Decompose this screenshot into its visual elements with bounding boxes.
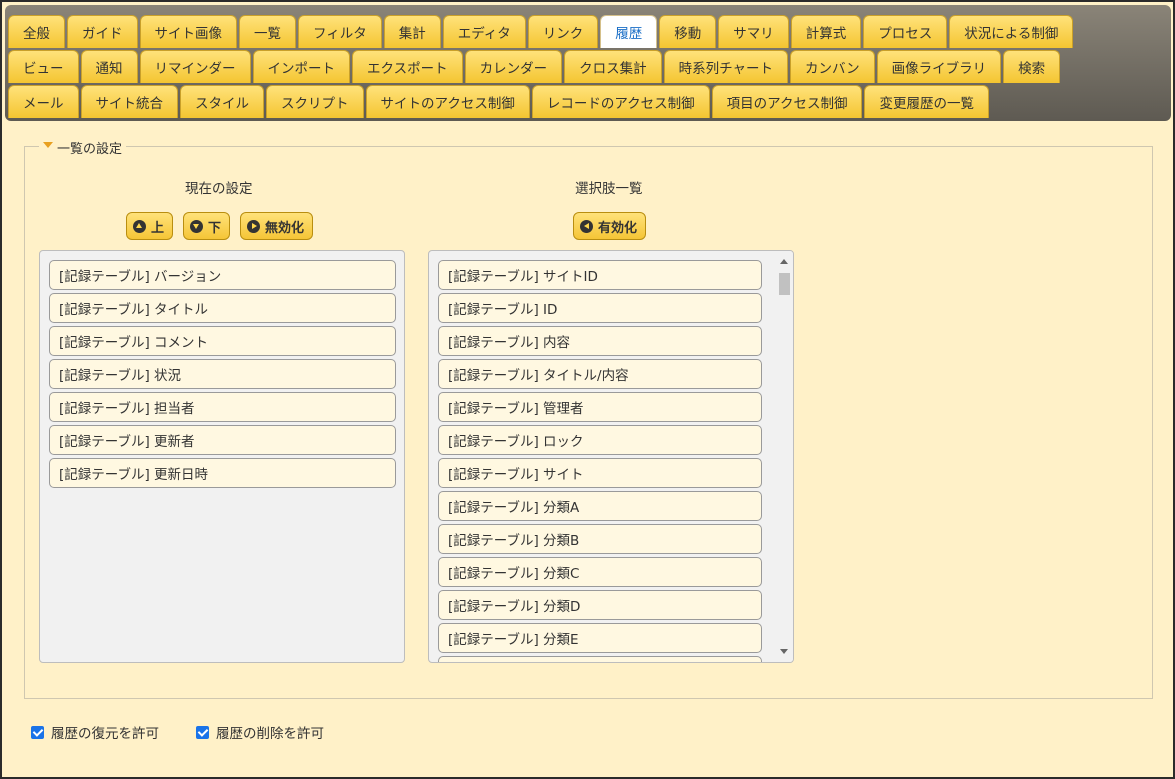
list-item[interactable]: [記録テーブル] 更新者 bbox=[49, 425, 396, 455]
circle-right-icon bbox=[247, 219, 260, 233]
tab-row2-10[interactable]: 検索 bbox=[1003, 50, 1061, 83]
tab-row1-12[interactable]: プロセス bbox=[863, 15, 948, 48]
tab-row1-3[interactable]: 一覧 bbox=[239, 15, 296, 48]
tab-row2-0[interactable]: ビュー bbox=[8, 50, 79, 83]
list-item[interactable]: [記録テーブル] 管理者 bbox=[438, 392, 762, 422]
list-item[interactable]: [記録テーブル] 状況 bbox=[49, 359, 396, 389]
settings-frame: 全般 ガイド サイト画像 一覧 フィルタ 集計 エディタ リンク 履歴 移動 サマリ 計算式 プロセス状… bbox=[0, 0, 1175, 779]
list-item[interactable]: [記録テーブル] タイトル/内容 bbox=[438, 359, 762, 389]
allow-delete-label: 履歴の削除を許可 bbox=[216, 726, 324, 742]
tab-row3-4[interactable]: サイトのアクセス制御 bbox=[365, 85, 530, 118]
move-down-button[interactable]: 下 bbox=[183, 212, 231, 240]
tab-row-2: ビュー 通知 リマインダー インポート エクスポート カレンダー クロス集計 時系列チャートカ… bbox=[8, 50, 1061, 83]
checkbox-checked-icon[interactable] bbox=[196, 725, 209, 739]
list-item[interactable]: [記録テーブル] 分類C bbox=[438, 557, 762, 587]
list-item[interactable] bbox=[438, 656, 762, 662]
tab-row1-13[interactable]: 状況による制御 bbox=[949, 15, 1074, 48]
list-item[interactable]: [記録テーブル] 分類D bbox=[438, 590, 762, 620]
tab-row2-7[interactable]: 時系列チャート bbox=[663, 50, 788, 83]
available-columns-items: [記録テーブル] サイトID [記録テーブル] ID [記録テーブル] 内容 [記録テ… bbox=[438, 260, 762, 662]
tab-row2-9[interactable]: 画像ライブラリ bbox=[876, 50, 1002, 83]
tab-row2-5[interactable]: カレンダー bbox=[464, 50, 563, 83]
enable-label: 有効化 bbox=[598, 220, 638, 236]
allow-restore-checkbox[interactable]: 履歴の復元を許可 bbox=[31, 722, 159, 742]
tab-bar: 全般 ガイド サイト画像 一覧 フィルタ 集計 エディタ リンク 履歴 移動 サマリ 計算式 プロセス状… bbox=[5, 5, 1171, 121]
tab-row2-4[interactable]: エクスポート bbox=[352, 50, 463, 83]
allow-delete-checkbox[interactable]: 履歴の削除を許可 bbox=[196, 722, 324, 742]
current-columns-list[interactable]: [記録テーブル] バージョン [記録テーブル] タイトル [記録テーブル] コメント… bbox=[39, 250, 405, 663]
disable-button[interactable]: 無効化 bbox=[240, 212, 314, 240]
tab-row3-3[interactable]: スクリプト bbox=[266, 85, 364, 118]
tab-row2-2[interactable]: リマインダー bbox=[139, 50, 251, 83]
current-columns-items: [記録テーブル] バージョン [記録テーブル] タイトル [記録テーブル] コメント… bbox=[49, 260, 396, 491]
tab-row1-8[interactable]: 履歴 bbox=[600, 15, 658, 48]
list-item[interactable]: [記録テーブル] 分類B bbox=[438, 524, 762, 554]
list-item[interactable]: [記録テーブル] バージョン bbox=[49, 260, 396, 290]
list-item[interactable]: [記録テーブル] ロック bbox=[438, 425, 762, 455]
circle-down-icon bbox=[190, 219, 203, 233]
tab-row3-1[interactable]: サイト統合 bbox=[80, 85, 178, 118]
disable-label: 無効化 bbox=[265, 220, 305, 236]
fieldset-legend[interactable]: 一覧の設定 bbox=[39, 138, 127, 157]
list-item[interactable]: [記録テーブル] サイト bbox=[438, 458, 762, 488]
options-list-title: 選択肢一覧 bbox=[575, 181, 643, 197]
list-item[interactable]: [記録テーブル] 担当者 bbox=[49, 392, 396, 422]
tab-row3-7[interactable]: 変更履歴の一覧 bbox=[864, 85, 989, 118]
tab-row2-1[interactable]: 通知 bbox=[80, 50, 138, 83]
list-scrollbar[interactable] bbox=[776, 251, 793, 662]
tab-row3-2[interactable]: スタイル bbox=[180, 85, 264, 118]
tab-row1-2[interactable]: サイト画像 bbox=[139, 15, 237, 48]
move-down-label: 下 bbox=[208, 220, 222, 236]
tab-row1-10[interactable]: サマリ bbox=[718, 15, 789, 48]
tab-row1-11[interactable]: 計算式 bbox=[790, 15, 862, 48]
list-item[interactable]: [記録テーブル] 更新日時 bbox=[49, 458, 396, 488]
tab-row3-0[interactable]: メール bbox=[8, 85, 79, 118]
list-settings-fieldset: 一覧の設定 現在の設定 選択肢一覧 上 下 無効化 有効化 [記録テーブル] バ… bbox=[24, 138, 1153, 699]
collapse-triangle-icon[interactable] bbox=[43, 141, 53, 148]
tab-row2-8[interactable]: カンバン bbox=[789, 50, 875, 83]
available-columns-list[interactable]: [記録テーブル] サイトID [記録テーブル] ID [記録テーブル] 内容 [記録テ… bbox=[428, 250, 794, 663]
tab-row1-1[interactable]: ガイド bbox=[67, 15, 138, 48]
tab-row-1: 全般 ガイド サイト画像 一覧 フィルタ 集計 エディタ リンク 履歴 移動 サマリ 計算式 プロセス状… bbox=[8, 15, 1074, 48]
move-up-button[interactable]: 上 bbox=[126, 212, 174, 240]
scroll-down-arrow-icon[interactable] bbox=[780, 649, 788, 654]
circle-left-icon bbox=[580, 219, 593, 233]
circle-up-icon bbox=[133, 219, 146, 233]
tab-row1-4[interactable]: フィルタ bbox=[298, 15, 382, 48]
current-settings-title: 現在の設定 bbox=[185, 181, 253, 197]
list-item[interactable]: [記録テーブル] コメント bbox=[49, 326, 396, 356]
list-item[interactable]: [記録テーブル] サイトID bbox=[438, 260, 762, 290]
scroll-thumb[interactable] bbox=[779, 273, 790, 295]
tab-row1-6[interactable]: エディタ bbox=[442, 15, 526, 48]
tab-row1-5[interactable]: 集計 bbox=[383, 15, 441, 48]
tab-row2-6[interactable]: クロス集計 bbox=[564, 50, 662, 83]
scroll-up-arrow-icon[interactable] bbox=[780, 259, 788, 264]
list-item[interactable]: [記録テーブル] ID bbox=[438, 293, 762, 323]
tab-row1-9[interactable]: 移動 bbox=[659, 15, 717, 48]
tab-row3-6[interactable]: 項目のアクセス制御 bbox=[711, 85, 863, 118]
enable-button[interactable]: 有効化 bbox=[573, 212, 647, 240]
move-up-label: 上 bbox=[151, 220, 165, 236]
allow-restore-label: 履歴の復元を許可 bbox=[51, 726, 159, 742]
tab-row-3: メール サイト統合 スタイル スクリプト サイトのアクセス制御 レコードのアクセス制御 項目… bbox=[8, 85, 989, 118]
list-item[interactable]: [記録テーブル] 分類A bbox=[438, 491, 762, 521]
list-item[interactable]: [記録テーブル] 分類E bbox=[438, 623, 762, 653]
tab-row1-0[interactable]: 全般 bbox=[8, 15, 65, 48]
tab-row2-3[interactable]: インポート bbox=[252, 50, 350, 83]
tab-row1-7[interactable]: リンク bbox=[527, 15, 599, 48]
list-item[interactable]: [記録テーブル] タイトル bbox=[49, 293, 396, 323]
legend-label: 一覧の設定 bbox=[57, 142, 123, 157]
tab-row3-5[interactable]: レコードのアクセス制御 bbox=[531, 85, 710, 118]
checkbox-checked-icon[interactable] bbox=[31, 725, 44, 739]
list-item[interactable]: [記録テーブル] 内容 bbox=[438, 326, 762, 356]
